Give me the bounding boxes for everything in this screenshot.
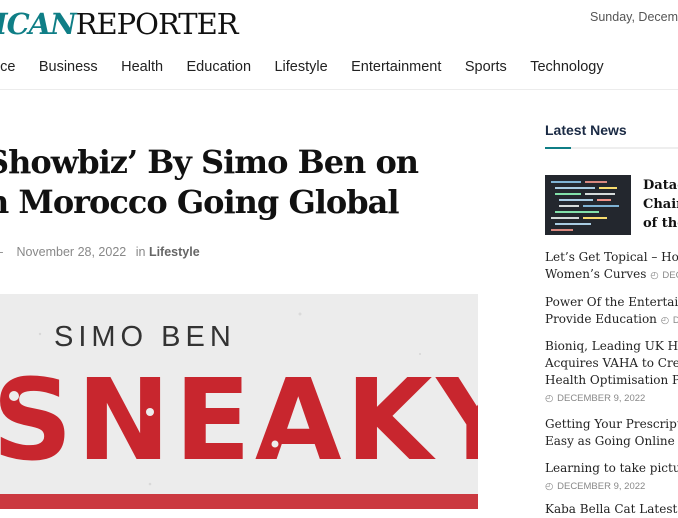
article-date: November 28, 2022: [16, 245, 127, 259]
news-item-line: Let’s Get Topical – How: [545, 250, 678, 264]
sidebar-title: Latest News: [545, 122, 627, 138]
nav-item-business[interactable]: Business: [39, 59, 98, 75]
main-nav: nce Business Health Education Lifestyle …: [0, 58, 623, 78]
logo-part2: REPORTER: [75, 7, 239, 41]
news-item-line: Kaba Bella Cat Latest Ek: [545, 502, 678, 516]
news-item-3[interactable]: Bioniq, Leading UK Heal Acquires VAHA to…: [545, 338, 678, 407]
news-item-6[interactable]: Kaba Bella Cat Latest Ek: [545, 501, 678, 518]
article-title-line1: Showbiz’ By Simo Ben on: [0, 143, 419, 181]
meta-dash: –: [0, 245, 3, 259]
news-item-line: Acquires VAHA to Create: [545, 356, 678, 370]
news-item-line: Provide Education ◴ DE: [545, 311, 678, 329]
hero-splatter: [0, 391, 478, 509]
featured-headline[interactable]: Data- Chain of the: [643, 176, 678, 233]
sidebar-title-rule: [545, 147, 678, 149]
article-category-link[interactable]: Lifestyle: [149, 245, 200, 259]
news-item-line: Easy as Going Online ◴: [545, 434, 675, 448]
nav-item-education[interactable]: Education: [187, 59, 252, 75]
article-title: Showbiz’ By Simo Ben on n Morocco Going …: [0, 142, 546, 222]
featured-line3: of the: [643, 216, 678, 231]
nav-item-sports[interactable]: Sports: [465, 59, 507, 75]
hero-image: SIMO BEN SNEAKY: [0, 294, 478, 509]
news-item-1[interactable]: Let’s Get Topical – How Women’s Curves ◴…: [545, 249, 678, 284]
news-item-date-row: ◴ DECEMBER 9, 2022: [545, 389, 678, 407]
nav-item-technology[interactable]: Technology: [530, 59, 603, 75]
sidebar-rule-accent: [545, 147, 571, 149]
news-item-4[interactable]: Getting Your Prescriptio Easy as Going O…: [545, 416, 678, 451]
clock-icon: ◴: [545, 393, 554, 404]
nav-item-entertainment[interactable]: Entertainment: [351, 59, 441, 75]
clock-icon: ◴: [660, 315, 670, 326]
news-item-date-row: ◴ DECEMBER 9, 2022: [545, 477, 678, 495]
news-item-date: DECEMBER 9, 2022: [557, 393, 646, 404]
article-title-line2: n Morocco Going Global: [0, 183, 400, 221]
news-item-line: Health Optimisation Plat: [545, 373, 678, 387]
logo-part1: ICAN: [0, 7, 77, 41]
site-logo[interactable]: ICANREPORTER: [0, 5, 239, 43]
nav-item-lifestyle[interactable]: Lifestyle: [274, 59, 327, 75]
news-item-line: Women’s Curves ◴ DECE: [545, 266, 678, 284]
news-item-date: DECE: [662, 270, 678, 281]
clock-icon: ◴: [545, 481, 554, 492]
nav-divider: [0, 89, 678, 90]
nav-item-health[interactable]: Health: [121, 59, 163, 75]
featured-line2: Chain: [643, 197, 678, 212]
news-item-5[interactable]: Learning to take picture ◴ DECEMBER 9, 2…: [545, 460, 678, 495]
featured-line1: Data-: [643, 178, 678, 193]
article-meta: – November 28, 2022 in Lifestyle: [0, 245, 200, 259]
meta-in-label: in: [135, 245, 146, 259]
news-item-line: Power Of the Entertainm: [545, 295, 678, 309]
news-item-line: Getting Your Prescriptio: [545, 417, 678, 431]
header-date: Sunday, Decemb: [590, 10, 678, 24]
clock-icon: ◴: [650, 270, 659, 281]
news-item-date: DECEMBER 9, 2022: [557, 481, 646, 492]
code-screen-icon: [545, 175, 631, 235]
news-item-line: Learning to take picture: [545, 461, 678, 475]
nav-item-finance[interactable]: nce: [0, 59, 15, 75]
featured-thumbnail[interactable]: [545, 175, 631, 235]
news-item-2[interactable]: Power Of the Entertainm Provide Educatio…: [545, 294, 678, 329]
news-item-line: Bioniq, Leading UK Heal: [545, 339, 678, 353]
news-item-date: DE: [672, 315, 678, 326]
